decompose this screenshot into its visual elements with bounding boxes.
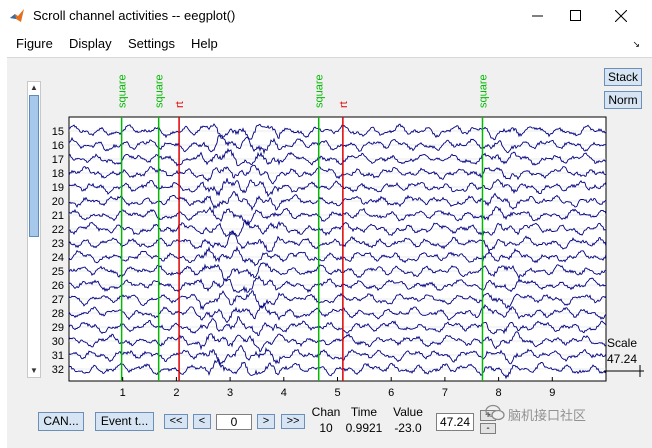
back-button[interactable]: < bbox=[193, 414, 211, 429]
scale-decrease-button[interactable]: - bbox=[480, 423, 496, 434]
value-label: Value bbox=[393, 405, 423, 419]
eegplot-panel: ▲ ▼ Stack Norm Scale 47.24 bbox=[7, 57, 652, 448]
matlab-logo-icon bbox=[10, 9, 24, 22]
scroll-up-icon[interactable]: ▲ bbox=[28, 82, 40, 94]
chan-label: Chan bbox=[311, 405, 341, 419]
time-label: Time bbox=[350, 405, 378, 419]
minimize-icon bbox=[531, 15, 543, 17]
dock-arrow-icon[interactable]: ↘ bbox=[632, 39, 640, 50]
menu-display[interactable]: Display bbox=[69, 36, 112, 51]
scale-label: Scale bbox=[607, 336, 638, 350]
menu-help[interactable]: Help bbox=[191, 36, 218, 51]
close-icon bbox=[615, 9, 627, 22]
menu-bar: Figure Display Settings Help ↘ bbox=[0, 31, 652, 56]
watermark-text: 脑机接口社区 bbox=[508, 408, 587, 423]
scale-field[interactable]: 47.24 bbox=[436, 413, 474, 431]
fast-back-button[interactable]: << bbox=[164, 414, 188, 429]
can-button[interactable]: CAN... bbox=[38, 412, 84, 431]
title-bar: Scroll channel activities -- eegplot() bbox=[0, 0, 652, 31]
fast-forward-button[interactable]: >> bbox=[281, 414, 305, 429]
norm-button[interactable]: Norm bbox=[604, 91, 642, 109]
maximize-button[interactable] bbox=[552, 0, 598, 31]
chan-value: 10 bbox=[319, 421, 333, 435]
event-button[interactable]: Event t... bbox=[95, 412, 154, 431]
scrollbar-thumb[interactable] bbox=[29, 95, 39, 237]
menu-settings[interactable]: Settings bbox=[128, 36, 175, 51]
maximize-icon bbox=[569, 10, 581, 21]
stack-button[interactable]: Stack bbox=[604, 68, 642, 86]
forward-button[interactable]: > bbox=[257, 414, 275, 429]
scroll-down-icon[interactable]: ▼ bbox=[28, 365, 40, 377]
close-button[interactable] bbox=[598, 0, 644, 31]
menu-figure[interactable]: Figure bbox=[16, 36, 53, 51]
value-value: -23.0 bbox=[394, 421, 422, 435]
scale-bar bbox=[604, 365, 644, 377]
time-value: 0.9921 bbox=[345, 421, 383, 435]
wechat-logo-icon bbox=[485, 404, 505, 421]
window-title: Scroll channel activities -- eegplot() bbox=[33, 8, 236, 23]
position-field[interactable]: 0 bbox=[216, 414, 252, 430]
channel-scrollbar[interactable]: ▲ ▼ bbox=[27, 81, 41, 378]
